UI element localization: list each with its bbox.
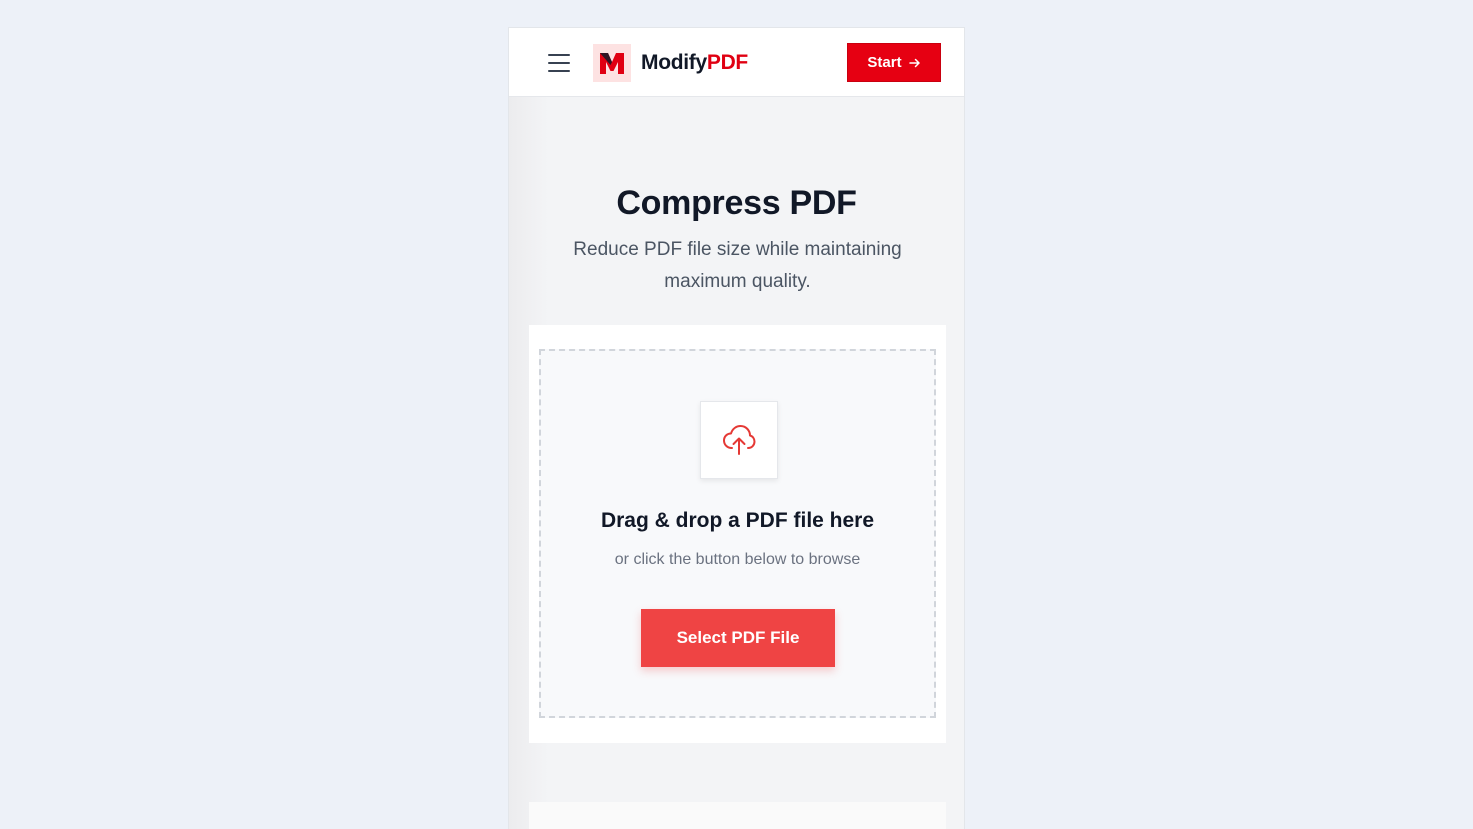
next-section-card <box>529 802 946 829</box>
dropzone-title: Drag & drop a PDF file here <box>600 509 875 532</box>
mobile-viewport: ModifyPDF Start Compress PDF Reduce PDF … <box>508 27 965 829</box>
logo-text-accent: PDF <box>706 51 748 74</box>
page-subtitle: Reduce PDF file size while maintaining m… <box>573 239 902 292</box>
logo-text-main: Modify <box>641 51 707 74</box>
upload-card: Drag & drop a PDF file here or click the… <box>529 325 946 743</box>
hamburger-icon[interactable] <box>547 52 571 74</box>
start-button[interactable]: Start <box>847 43 941 82</box>
site-header: ModifyPDF Start <box>509 27 964 97</box>
start-button-label: Start <box>867 54 902 71</box>
logo[interactable]: ModifyPDF <box>593 44 748 82</box>
select-pdf-file-button[interactable]: Select PDF File <box>641 609 835 667</box>
dropzone-subtitle: or click the button below to browse <box>614 551 861 568</box>
arrow-right-icon <box>908 58 920 67</box>
dropzone[interactable]: Drag & drop a PDF file here or click the… <box>539 349 936 718</box>
page-title: Compress PDF <box>616 184 857 222</box>
logo-text: ModifyPDF <box>641 51 748 75</box>
cloud-upload-icon <box>700 401 778 479</box>
modifypdf-logo-icon <box>593 44 631 82</box>
